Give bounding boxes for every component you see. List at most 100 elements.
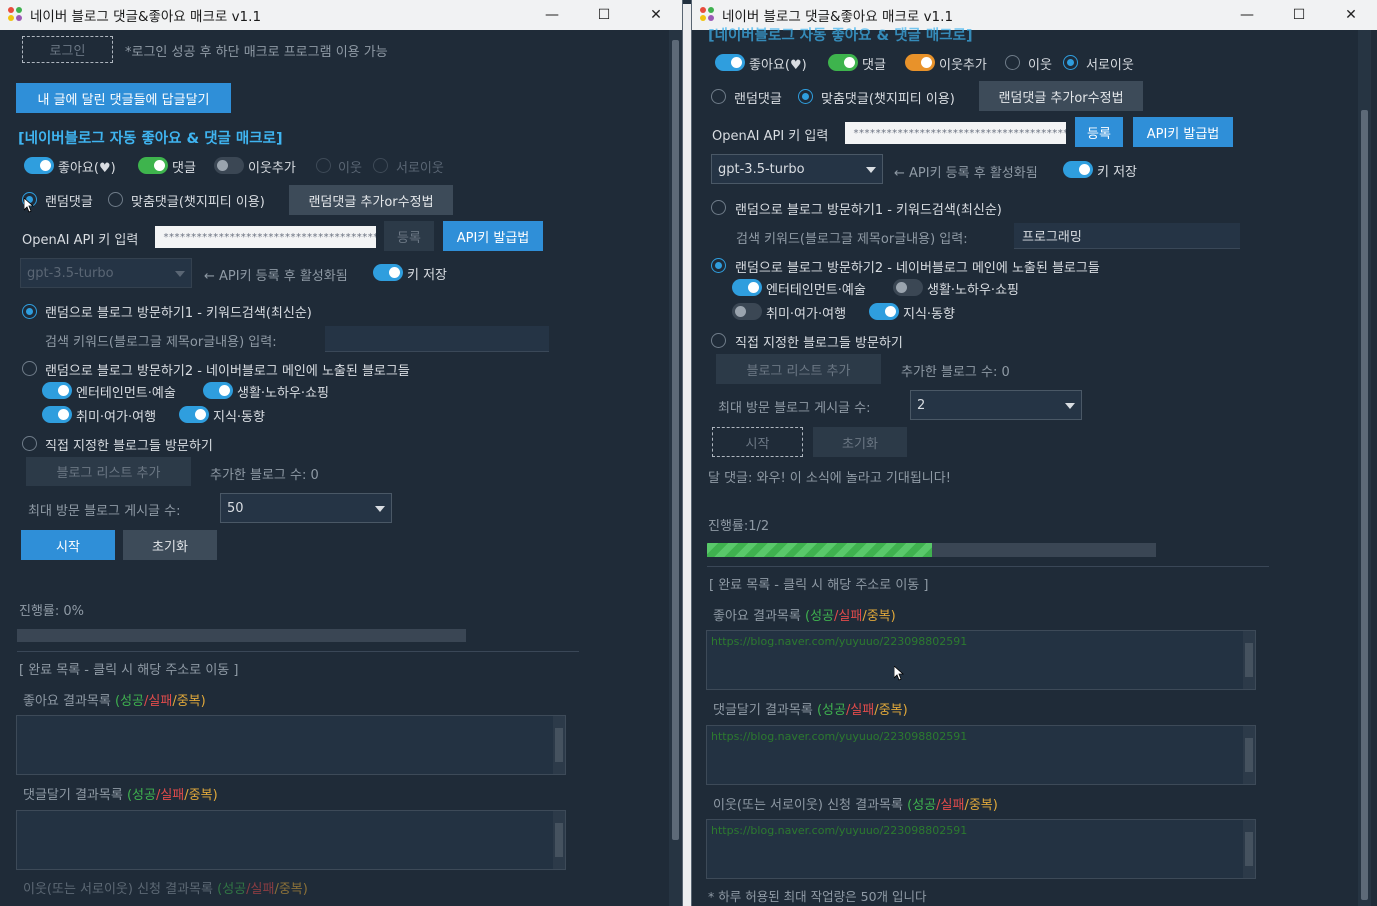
- max-posts-select[interactable]: 50: [220, 493, 392, 523]
- divider: [707, 566, 1269, 567]
- chevron-down-icon: [175, 271, 185, 277]
- visit-mode2-label: 랜덤으로 블로그 방문하기2 - 네이버블로그 메인에 노출된 블로그들: [735, 261, 1100, 276]
- like-toggle-label: 좋아요(♥): [749, 58, 807, 73]
- reset-button[interactable]: 초기화: [123, 530, 217, 560]
- category-toggle-living[interactable]: [203, 382, 233, 399]
- save-key-toggle[interactable]: [1063, 161, 1093, 178]
- like-results-label: 좋아요 결과목록: [23, 694, 111, 709]
- add-blog-list-button[interactable]: 블로그 리스트 추가: [26, 457, 191, 486]
- neighbor-radio[interactable]: [316, 158, 331, 173]
- legend-fail: /실패: [246, 882, 275, 897]
- category-toggle-living[interactable]: [893, 279, 923, 296]
- visit-mode2-label: 랜덤으로 블로그 방문하기2 - 네이버블로그 메인에 노출된 블로그들: [45, 364, 410, 379]
- progress-bar: [707, 543, 1156, 557]
- api-key-guide-button[interactable]: API키 발급법: [443, 221, 543, 251]
- legend-fail: /실패: [845, 703, 875, 718]
- list-scrollbar[interactable]: [1243, 726, 1255, 784]
- keyword-input[interactable]: [325, 326, 549, 352]
- start-button[interactable]: 시작: [712, 427, 803, 457]
- category-toggle-entertainment[interactable]: [732, 279, 762, 296]
- reply-to-comments-button[interactable]: 내 글에 달린 댓글들에 답글달기: [16, 83, 231, 113]
- category-toggle-hobby[interactable]: [42, 406, 72, 423]
- max-posts-value: 50: [227, 500, 244, 516]
- comment-results-list[interactable]: https://blog.naver.com/yuyuuo/2230988025…: [706, 725, 1256, 785]
- close-button[interactable]: ✕: [1325, 0, 1377, 30]
- category-toggle-knowledge[interactable]: [869, 303, 899, 320]
- category-label-knowledge: 지식·동향: [213, 410, 265, 425]
- visit-mode1-radio[interactable]: [22, 304, 37, 319]
- minimize-button[interactable]: —: [1221, 0, 1273, 30]
- legend-success: (성공: [217, 882, 247, 897]
- model-select[interactable]: gpt-3.5-turbo: [20, 258, 192, 288]
- list-item[interactable]: https://blog.naver.com/yuyuuo/2230988025…: [711, 824, 967, 837]
- custom-comment-radio[interactable]: [798, 89, 813, 104]
- chevron-down-icon: [375, 506, 385, 512]
- legend-fail: /실패: [155, 788, 185, 803]
- api-key-guide-button[interactable]: API키 발급법: [1133, 117, 1233, 147]
- list-scrollbar[interactable]: [553, 716, 565, 774]
- like-toggle[interactable]: [715, 54, 745, 71]
- category-toggle-entertainment[interactable]: [42, 382, 72, 399]
- list-scrollbar[interactable]: [553, 811, 565, 869]
- max-posts-select[interactable]: 2: [910, 390, 1082, 420]
- save-key-toggle[interactable]: [373, 264, 403, 281]
- add-neighbor-toggle[interactable]: [905, 54, 935, 71]
- custom-comment-radio[interactable]: [108, 192, 123, 207]
- max-posts-label: 최대 방문 블로그 게시글 수:: [718, 401, 871, 416]
- visit-mode2-radio[interactable]: [22, 361, 37, 376]
- neighbor-radio[interactable]: [1005, 55, 1020, 70]
- chevron-down-icon: [1065, 403, 1075, 409]
- register-key-button[interactable]: 등록: [384, 221, 434, 251]
- keyword-input[interactable]: 프로그래밍: [1014, 223, 1240, 249]
- mutual-neighbor-radio[interactable]: [1063, 55, 1078, 70]
- close-button[interactable]: ✕: [630, 0, 682, 30]
- neighbor-results-list[interactable]: https://blog.naver.com/yuyuuo/2230988025…: [706, 819, 1256, 879]
- reset-button[interactable]: 초기화: [813, 427, 907, 457]
- comment-results-label: 댓글달기 결과목록: [23, 788, 123, 803]
- like-toggle[interactable]: [24, 157, 54, 174]
- mutual-neighbor-radio[interactable]: [373, 158, 388, 173]
- neighbor-results-label: 이웃(또는 서로이웃) 신청 결과목록: [713, 798, 903, 813]
- progress-bar-fill: [707, 543, 932, 557]
- visit-mode2-radio[interactable]: [711, 258, 726, 273]
- visit-mode3-radio[interactable]: [22, 436, 37, 451]
- list-item[interactable]: https://blog.naver.com/yuyuuo/2230988025…: [711, 635, 967, 648]
- last-comment-text: 달 댓글: 와우! 이 소식에 놀라고 기대됩니다!: [708, 471, 951, 486]
- list-scrollbar[interactable]: [1243, 631, 1255, 689]
- add-neighbor-toggle[interactable]: [214, 157, 244, 174]
- random-comment-label: 랜덤댓글: [45, 195, 93, 210]
- legend-success: (성공: [816, 703, 846, 718]
- add-blog-list-button[interactable]: 블로그 리스트 추가: [716, 354, 881, 384]
- register-key-button[interactable]: 등록: [1075, 117, 1123, 147]
- login-button[interactable]: 로그인: [22, 36, 113, 63]
- legend-duplicate: /중복): [874, 703, 908, 718]
- random-comment-edit-button[interactable]: 랜덤댓글 추가or수정법: [979, 81, 1143, 111]
- maximize-button[interactable]: ☐: [578, 0, 630, 30]
- legend-fail: /실패: [834, 609, 863, 624]
- comment-toggle[interactable]: [828, 54, 858, 71]
- minimize-button[interactable]: —: [526, 0, 578, 30]
- start-button[interactable]: 시작: [21, 530, 115, 560]
- like-results-list[interactable]: https://blog.naver.com/yuyuuo/2230988025…: [706, 630, 1256, 690]
- category-label-hobby: 취미·여가·여행: [766, 307, 847, 322]
- legend-fail: /실패: [144, 694, 173, 709]
- openai-key-input[interactable]: ****************************************…: [155, 226, 376, 248]
- category-toggle-knowledge[interactable]: [179, 406, 209, 423]
- comment-results-list[interactable]: [16, 810, 566, 870]
- comment-toggle[interactable]: [138, 157, 168, 174]
- list-scrollbar[interactable]: [1243, 820, 1255, 878]
- model-select[interactable]: gpt-3.5-turbo: [711, 154, 883, 184]
- visit-mode3-radio[interactable]: [711, 333, 726, 348]
- random-comment-radio[interactable]: [711, 89, 726, 104]
- section-title: [네이버블로그 자동 좋아요 & 댓글 매크로]: [708, 28, 973, 44]
- like-results-list[interactable]: [16, 715, 566, 775]
- category-toggle-hobby[interactable]: [732, 303, 762, 320]
- list-item[interactable]: https://blog.naver.com/yuyuuo/2230988025…: [711, 730, 967, 743]
- app-window-left: 네이버 블로그 댓글&좋아요 매크로 v1.1 — ☐ ✕ 로그인 *로그인 성…: [0, 0, 683, 906]
- openai-key-input[interactable]: ****************************************…: [845, 122, 1066, 144]
- visit-mode1-radio[interactable]: [711, 200, 726, 215]
- category-label-living: 생활·노하우·쇼핑: [927, 283, 1019, 298]
- maximize-button[interactable]: ☐: [1273, 0, 1325, 30]
- visit-mode1-label: 랜덤으로 블로그 방문하기1 - 키워드검색(최신순): [735, 203, 1002, 218]
- random-comment-edit-button[interactable]: 랜덤댓글 추가or수정법: [289, 185, 453, 215]
